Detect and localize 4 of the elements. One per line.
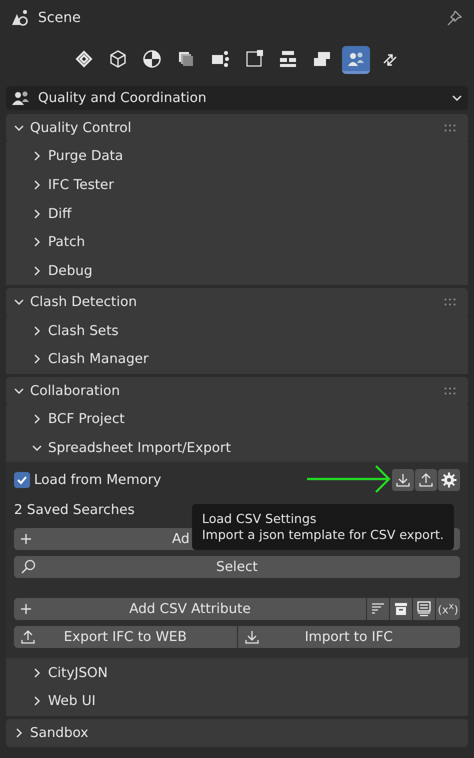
tooltip-title: Load CSV Settings — [202, 511, 316, 528]
saved-searches-count: 2 Saved Searches — [14, 502, 135, 518]
scene-title: Scene — [38, 10, 82, 26]
tooltip-description: Import a json template for CSV export. — [202, 527, 444, 544]
